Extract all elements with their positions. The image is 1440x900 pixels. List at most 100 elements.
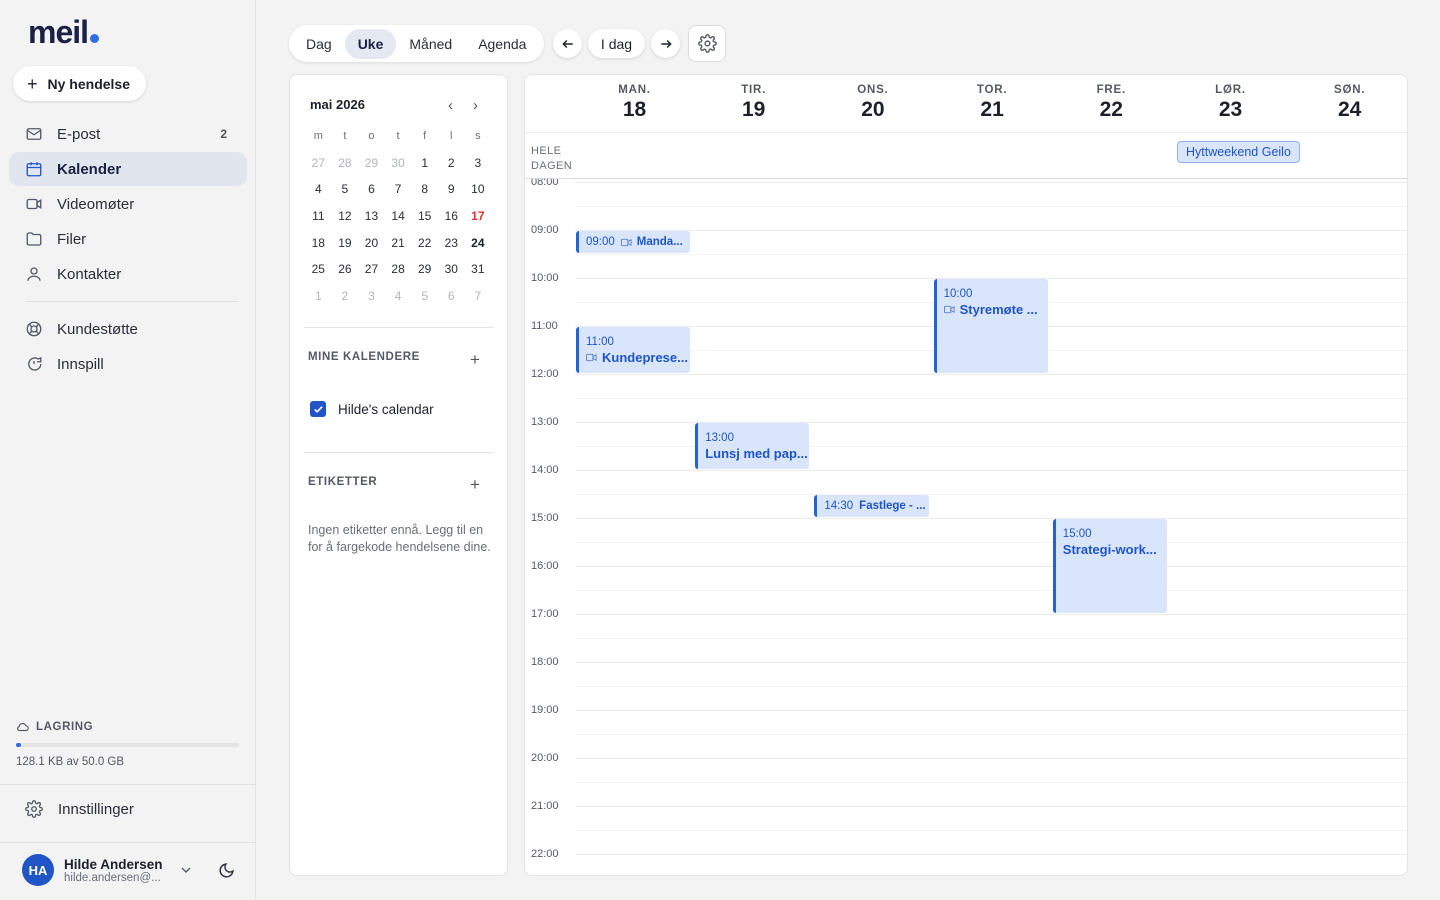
mini-day-cell[interactable]: 27	[358, 262, 385, 276]
day-header[interactable]: SØN. 24	[1290, 84, 1407, 122]
gear-icon	[697, 34, 717, 53]
arrow-left-icon	[561, 39, 573, 48]
event-title: Strategi-work...	[1062, 542, 1157, 557]
hour-label: 08:00	[531, 179, 559, 188]
day-header[interactable]: ONS. 20	[813, 84, 932, 122]
mini-day-cell[interactable]: 2	[438, 156, 465, 170]
day-header[interactable]: TIR. 19	[694, 84, 813, 122]
add-tag-button[interactable]: +	[470, 476, 480, 493]
mini-day-cell[interactable]: 12	[332, 209, 359, 223]
calendar-settings-button[interactable]	[688, 25, 726, 62]
mini-day-cell[interactable]: 7	[465, 289, 492, 303]
logo-dot	[90, 34, 100, 43]
mini-day-cell[interactable]: 7	[385, 182, 412, 196]
video-icon	[26, 198, 42, 210]
mini-prev-month-button[interactable]: ‹	[448, 97, 453, 114]
next-week-button[interactable]	[651, 29, 680, 58]
mini-day-cell[interactable]: 30	[438, 262, 465, 276]
add-calendar-button[interactable]: +	[470, 351, 480, 368]
mini-day-cell[interactable]: 3	[358, 289, 385, 303]
calendar-event[interactable]: 11:00 Kundepresе...	[576, 327, 691, 373]
day-header[interactable]: LØR. 23	[1171, 84, 1290, 122]
user-menu[interactable]: HA Hilde Andersen hilde.andersen@...	[22, 854, 244, 886]
mini-day-cell[interactable]: 3	[465, 156, 492, 170]
mini-day-cell[interactable]: 2	[332, 289, 359, 303]
hour-line	[575, 806, 1407, 807]
calendar-checkbox[interactable]	[310, 401, 326, 417]
mini-day-cell[interactable]: 29	[358, 156, 385, 170]
calendar-event[interactable]: 15:00 Strategi-work...	[1052, 519, 1167, 613]
mini-day-cell[interactable]: 28	[332, 156, 359, 170]
mini-day-cell[interactable]: 31	[465, 262, 492, 276]
sidebar: meil + Ny hendelse E-post 2 Kalender Vid…	[0, 0, 256, 900]
calendar-item[interactable]: Hilde's calendar	[310, 401, 434, 417]
sidebar-item-video[interactable]: Videomøter	[9, 187, 247, 221]
view-month-button[interactable]: Måned	[396, 29, 465, 59]
mini-day-cell[interactable]: 11	[305, 209, 332, 223]
mini-day-cell[interactable]: 30	[385, 156, 412, 170]
mini-day-cell[interactable]: 18	[305, 236, 332, 250]
sidebar-item-contacts[interactable]: Kontakter	[9, 257, 247, 291]
mini-weekday-label: o	[368, 130, 375, 143]
mini-day-cell[interactable]: 21	[385, 236, 412, 250]
day-header[interactable]: TOR. 21	[933, 84, 1052, 122]
mini-day-cell[interactable]: 8	[411, 182, 438, 196]
mini-day-cell[interactable]: 16	[438, 209, 465, 223]
day-number: 22	[1099, 98, 1123, 121]
mini-day-cell[interactable]: 15	[411, 209, 438, 223]
all-day-event[interactable]: Hyttweekend Geilo	[1177, 141, 1300, 163]
calendar-event[interactable]: 09:00 Manda...	[576, 231, 691, 253]
moon-icon[interactable]	[218, 862, 235, 879]
mini-day-cell[interactable]: 26	[332, 262, 359, 276]
mini-day-cell[interactable]: 13	[358, 209, 385, 223]
check-icon	[313, 405, 323, 413]
sidebar-item-feedback[interactable]: Innspill	[9, 347, 247, 381]
mini-day-cell[interactable]: 1	[305, 289, 332, 303]
mini-day-cell[interactable]: 22	[411, 236, 438, 250]
hour-label: 20:00	[531, 752, 559, 764]
sidebar-item-email[interactable]: E-post 2	[9, 117, 247, 151]
new-event-button[interactable]: + Ny hendelse	[13, 66, 146, 101]
view-day-button[interactable]: Dag	[293, 29, 345, 59]
half-hour-line	[575, 638, 1407, 639]
mini-day-cell[interactable]: 29	[411, 262, 438, 276]
settings-link[interactable]: Innstillinger	[25, 800, 134, 818]
mini-day-cell[interactable]: 6	[358, 182, 385, 196]
chevron-down-icon[interactable]	[178, 862, 194, 878]
today-button[interactable]: I dag	[588, 29, 645, 58]
mini-day-cell[interactable]: 5	[332, 182, 359, 196]
previous-week-button[interactable]	[553, 29, 582, 58]
mini-day-cell[interactable]: 4	[305, 182, 332, 196]
mini-day-cell[interactable]: 28	[385, 262, 412, 276]
mini-day-cell[interactable]: 19	[332, 236, 359, 250]
mini-next-month-button[interactable]: ›	[473, 97, 478, 114]
day-header[interactable]: FRE. 22	[1052, 84, 1171, 122]
mini-day-cell[interactable]: 23	[438, 236, 465, 250]
mini-day-cell[interactable]: 9	[438, 182, 465, 196]
feedback-icon	[28, 357, 42, 371]
mini-day-cell[interactable]: 27	[305, 156, 332, 170]
logo[interactable]: meil	[28, 14, 100, 51]
calendar-event[interactable]: 14:30 Fastlege - ...	[814, 495, 929, 517]
mini-day-cell[interactable]: 25	[305, 262, 332, 276]
mini-day-cell[interactable]: 14	[385, 209, 412, 223]
sidebar-item-calendar[interactable]: Kalender	[9, 152, 247, 186]
mini-day-cell[interactable]: 6	[438, 289, 465, 303]
calendar-event[interactable]: 10:00 Styremøte ...	[933, 279, 1048, 373]
mini-day-cell[interactable]: 10	[465, 182, 492, 196]
day-header[interactable]: MAN. 18	[575, 84, 694, 122]
view-agenda-button[interactable]: Agenda	[465, 29, 539, 59]
mini-week-row: 27 28 29 30 1 2 3	[305, 150, 493, 177]
mini-day-cell[interactable]: 20	[358, 236, 385, 250]
sidebar-item-support[interactable]: Kundestøtte	[9, 312, 247, 346]
mini-day-cell[interactable]: 24	[465, 236, 492, 250]
storage-bar	[16, 743, 239, 747]
sidebar-item-files[interactable]: Filer	[9, 222, 247, 256]
calendar-event[interactable]: 13:00 Lunsj med pap...	[695, 423, 810, 469]
mini-day-cell[interactable]: 5	[411, 289, 438, 303]
view-week-button[interactable]: Uke	[344, 28, 397, 59]
mini-day-cell[interactable]: 1	[411, 156, 438, 170]
mini-day-cell[interactable]: 4	[385, 289, 412, 303]
mail-icon	[26, 128, 42, 140]
mini-day-cell[interactable]: 17	[465, 209, 492, 223]
